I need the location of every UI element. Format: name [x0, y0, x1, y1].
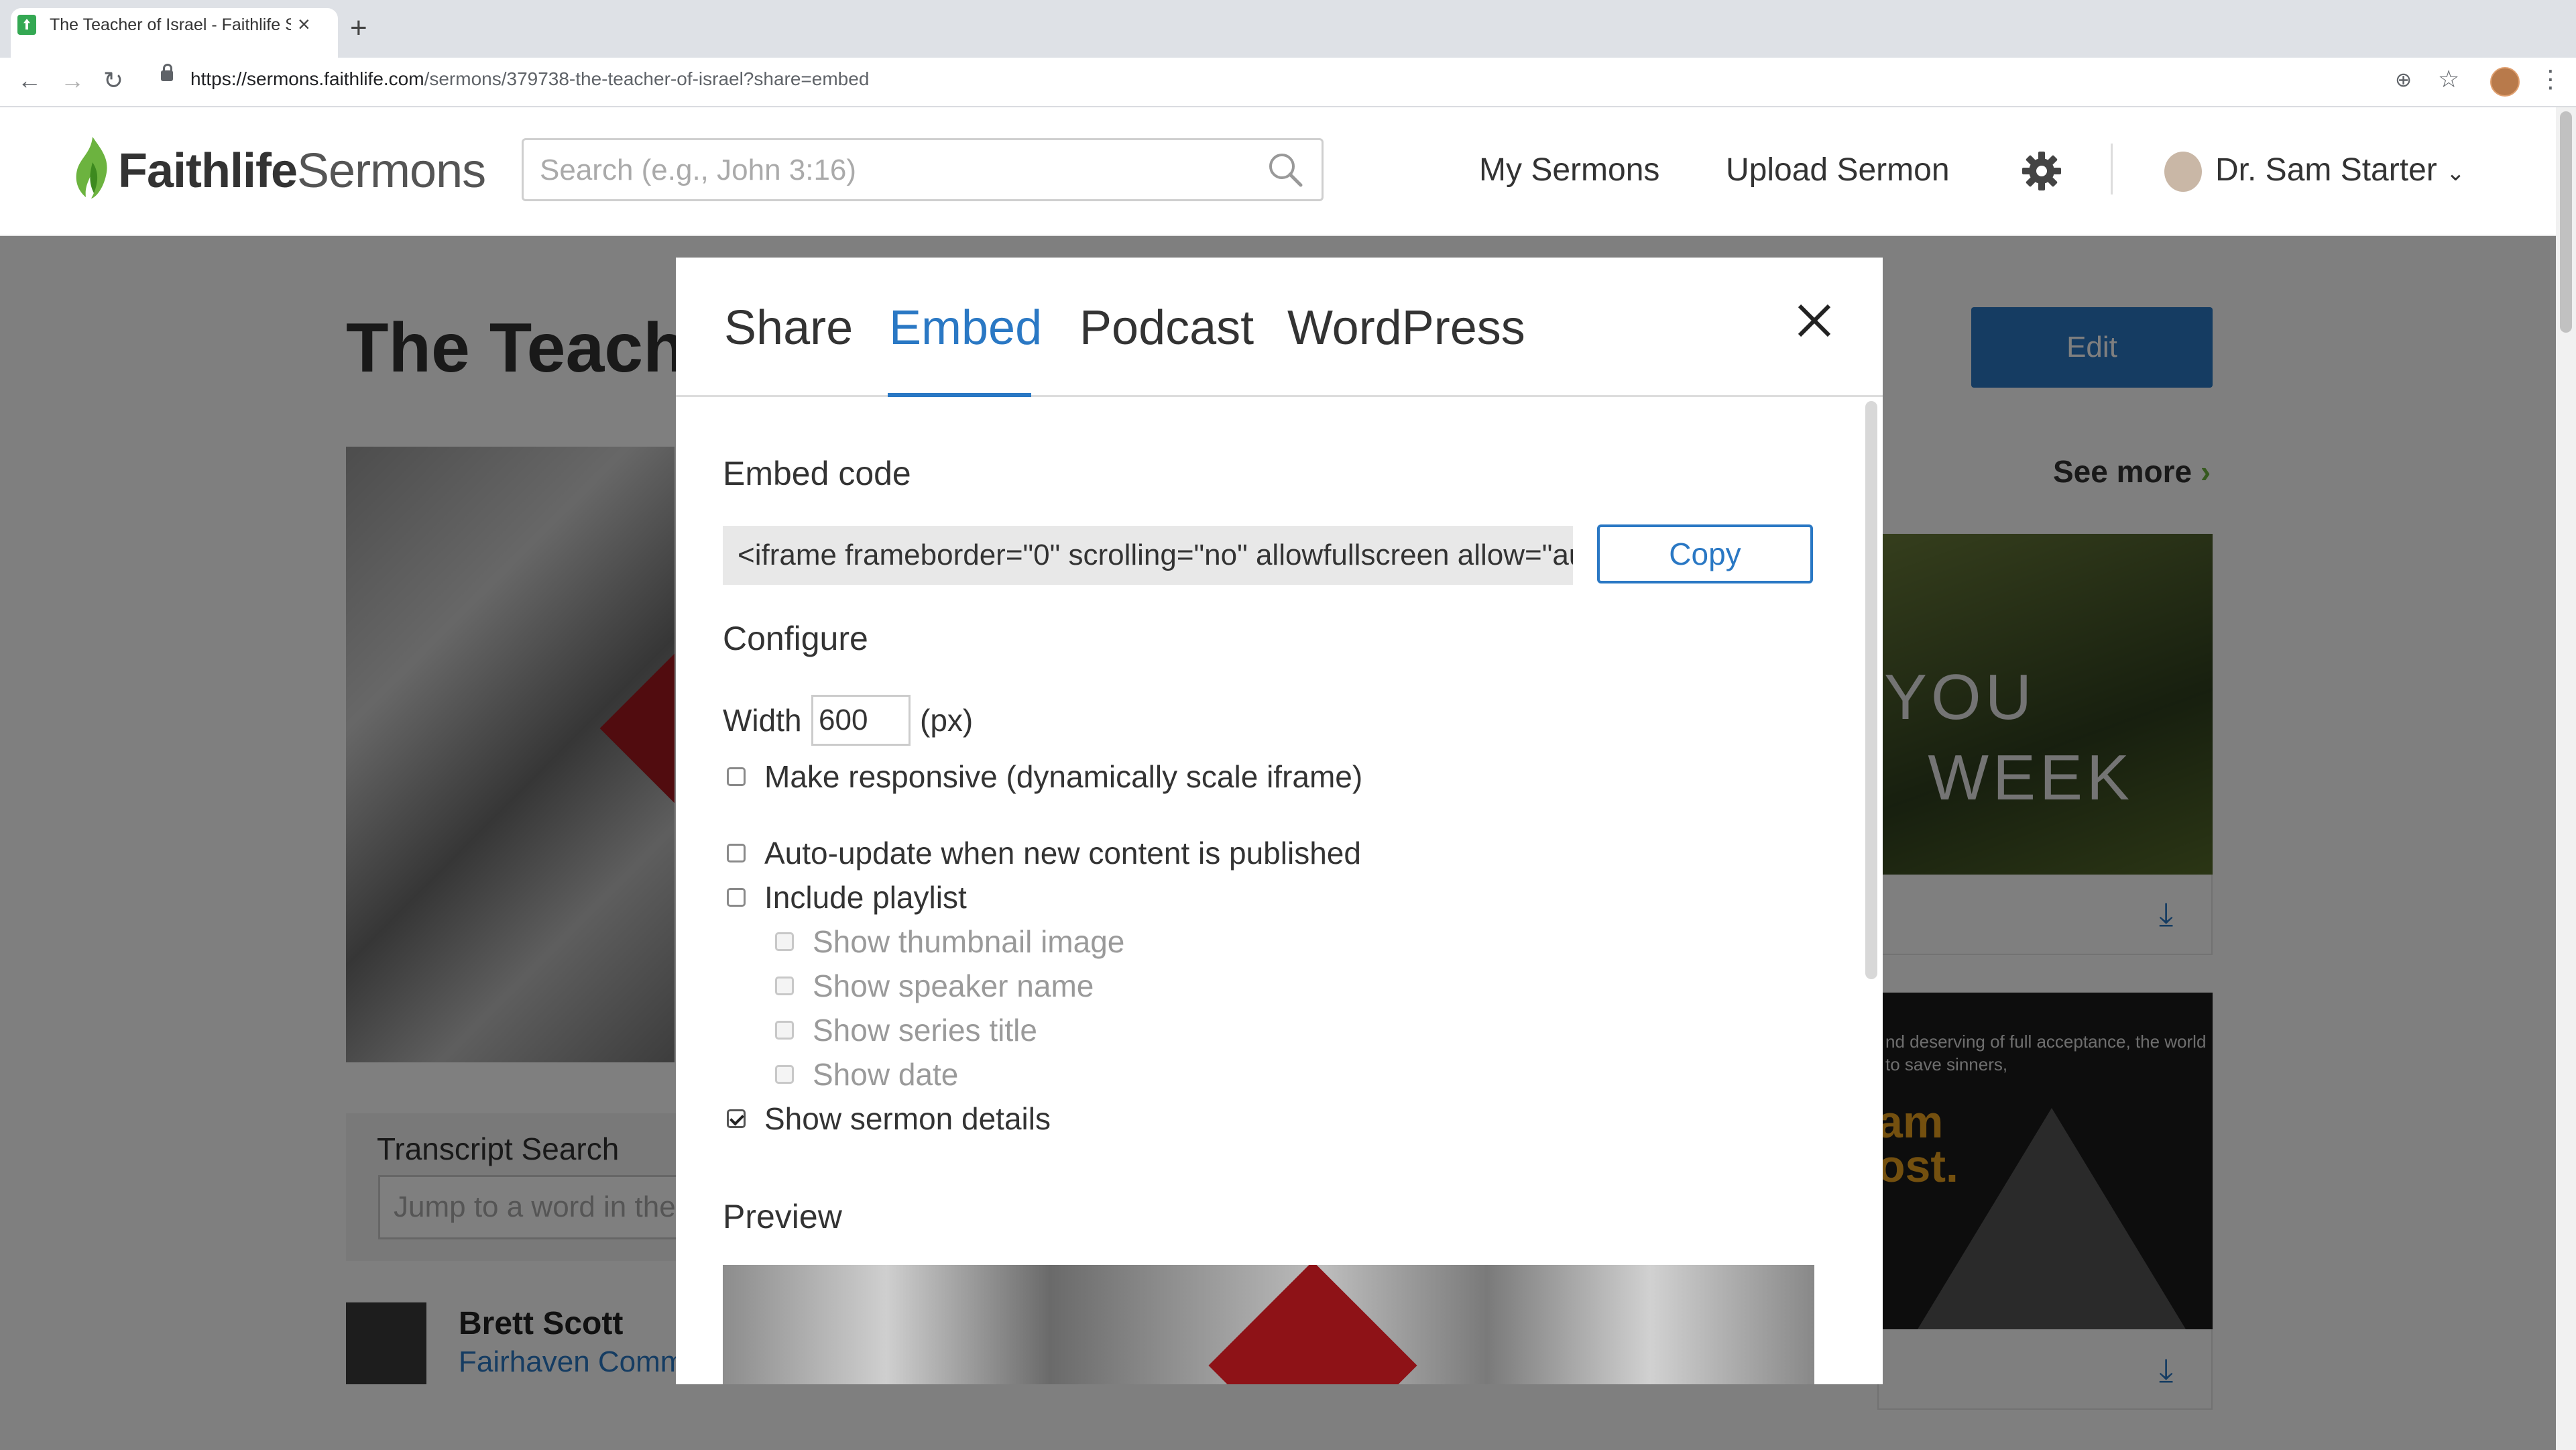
tab-embed[interactable]: Embed: [889, 298, 1042, 358]
url-host: https://sermons.faithlife.com: [190, 68, 424, 89]
header-divider: [2111, 144, 2113, 194]
copy-button[interactable]: Copy: [1597, 524, 1813, 583]
gear-icon[interactable]: [2022, 152, 2061, 190]
auto-update-checkbox[interactable]: [727, 844, 746, 862]
show-sermon-details-label: Show sermon details: [764, 1101, 1051, 1136]
active-tab-indicator: [888, 393, 1031, 397]
user-avatar[interactable]: [2164, 152, 2202, 192]
site-logo[interactable]: FaithlifeSermons: [118, 141, 486, 201]
make-responsive-checkbox[interactable]: [727, 767, 746, 786]
share-modal: [676, 258, 1883, 1384]
make-responsive-label: Make responsive (dynamically scale ifram…: [764, 759, 1363, 794]
tab-wordpress[interactable]: WordPress: [1287, 298, 1525, 358]
close-tab-icon[interactable]: ×: [298, 12, 310, 36]
show-sermon-details-checkbox[interactable]: [727, 1109, 746, 1128]
logo-bold-text: Faithlife: [118, 144, 298, 198]
new-tab-icon[interactable]: +: [350, 13, 367, 43]
embed-preview: [723, 1265, 1814, 1384]
lock-icon: [161, 64, 173, 81]
browser-tabstrip: [0, 0, 2576, 58]
logo-light-text: Sermons: [297, 144, 486, 198]
show-series-checkbox: [775, 1021, 794, 1040]
browser-tab-title: The Teacher of Israel - Faithlife Sermon…: [50, 15, 291, 34]
show-series-label: Show series title: [813, 1013, 1037, 1048]
faithlife-flame-icon[interactable]: [72, 135, 113, 200]
modal-tab-bar: [676, 258, 1883, 397]
search-box: [522, 138, 1324, 201]
show-speaker-checkbox: [775, 977, 794, 995]
preview-heading: Preview: [723, 1198, 842, 1235]
show-thumbnail-checkbox: [775, 932, 794, 951]
width-label: Width: [723, 703, 802, 738]
embed-code-field[interactable]: <iframe frameborder="0" scrolling="no" a…: [723, 526, 1573, 585]
forward-icon[interactable]: →: [60, 67, 84, 94]
profile-avatar-icon[interactable]: [2490, 67, 2520, 97]
page-scrollbar-thumb[interactable]: [2560, 111, 2572, 333]
width-input[interactable]: [811, 695, 911, 746]
url-path: /sermons/379738-the-teacher-of-israel?sh…: [424, 68, 870, 89]
upload-sermon-link[interactable]: Upload Sermon: [1726, 150, 1950, 190]
modal-scrollbar-thumb[interactable]: [1865, 401, 1877, 979]
tab-podcast[interactable]: Podcast: [1079, 298, 1254, 358]
search-icon[interactable]: [1267, 152, 1303, 188]
chevron-down-icon: ⌄: [2446, 160, 2465, 186]
user-name: Dr. Sam Starter: [2215, 152, 2437, 188]
include-playlist-checkbox[interactable]: [727, 888, 746, 907]
auto-update-label: Auto-update when new content is publishe…: [764, 836, 1361, 871]
back-icon[interactable]: ←: [17, 67, 42, 94]
width-unit-label: (px): [920, 703, 974, 738]
include-playlist-label: Include playlist: [764, 880, 967, 915]
browser-menu-icon[interactable]: ⋮: [2538, 66, 2563, 93]
user-menu[interactable]: Dr. Sam Starter ⌄: [2215, 150, 2465, 193]
bookmark-star-icon[interactable]: ☆: [2438, 66, 2459, 93]
zoom-icon[interactable]: ⊕: [2395, 67, 2412, 94]
my-sermons-link[interactable]: My Sermons: [1479, 150, 1659, 190]
configure-heading: Configure: [723, 620, 868, 657]
close-icon[interactable]: [1794, 300, 1834, 341]
url-field[interactable]: https://sermons.faithlife.com/sermons/37…: [190, 68, 869, 90]
show-date-label: Show date: [813, 1057, 959, 1092]
favicon-icon: [17, 15, 36, 35]
embed-code-heading: Embed code: [723, 455, 911, 492]
show-date-checkbox: [775, 1065, 794, 1084]
show-thumbnail-label: Show thumbnail image: [813, 924, 1125, 959]
reload-icon[interactable]: ↻: [103, 67, 123, 94]
tab-share[interactable]: Share: [724, 298, 853, 358]
show-speaker-label: Show speaker name: [813, 968, 1094, 1003]
search-input[interactable]: [538, 148, 1252, 192]
